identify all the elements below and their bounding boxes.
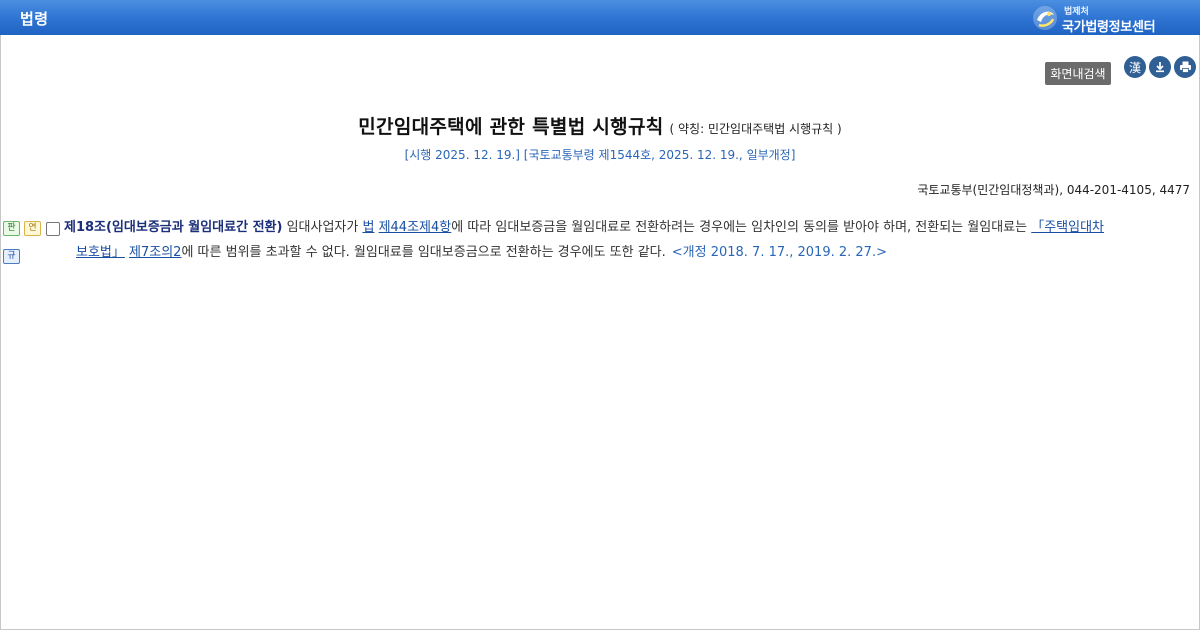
article-checkbox[interactable] — [46, 222, 60, 236]
law-center-logo[interactable]: 법제처 국가법령정보센터 — [1032, 3, 1172, 35]
history-badge[interactable]: 연 — [24, 221, 41, 236]
print-icon — [1179, 61, 1191, 73]
hanja-label: 漢 — [1128, 60, 1141, 75]
regulation-badge[interactable]: 규 — [3, 249, 20, 264]
article-text-1: 임대사업자가 — [282, 220, 363, 235]
housing-lease-act-link-cont[interactable]: 보호법」 — [76, 245, 125, 260]
article-text-2: 에 따라 임대보증금을 월임대료로 전환하려는 경우에는 임차인의 동의를 받아… — [451, 220, 1032, 235]
ministry-contact: 국토교통부(민간임대정책과), 044-201-4105, 4477 — [917, 183, 1190, 197]
download-icon — [1156, 62, 1164, 73]
amendment-note: <개정 2018. 7. 17., 2019. 2. 27.> — [671, 245, 887, 260]
law-title: 민간임대주택에 관한 특별법 시행규칙 — [358, 116, 664, 138]
hanja-button[interactable]: 漢 — [1124, 56, 1146, 78]
article-line-2: 보호법」 제7조의2에 따른 범위를 초과할 수 없다. 월임대료를 임대보증금… — [64, 240, 1194, 265]
download-button[interactable] — [1149, 56, 1171, 78]
header-title: 법령 — [20, 10, 49, 28]
page-frame — [0, 0, 1200, 630]
law-title-block: 민간임대주택에 관한 특별법 시행규칙 ( 약칭: 민간임대주택법 시행규칙 ) — [0, 112, 1200, 139]
article-title: 제18조(임대보증금과 월임대료간 전환) — [64, 220, 283, 235]
enforcement-info: [시행 2025. 12. 19.] [국토교통부령 제1544호, 2025.… — [404, 148, 796, 162]
article-44-paragraph-4-link[interactable]: 제4항 — [419, 220, 451, 235]
law-abbreviation: ( 약칭: 민간임대주택법 시행규칙 ) — [669, 122, 842, 136]
article-text-4: 에 따른 범위를 초과할 수 없다. 월임대료를 임대보증금으로 전환하는 경우… — [181, 245, 666, 260]
article-line-1: 제18조(임대보증금과 월임대료간 전환) 임대사업자가 법 제44조제4항에 … — [64, 215, 1194, 240]
logo-center-label: 국가법령정보센터 — [1062, 20, 1156, 35]
logo-swirl-icon — [1033, 6, 1057, 30]
law-link[interactable]: 법 — [362, 220, 374, 235]
precedent-badge[interactable]: 판 — [3, 221, 20, 236]
housing-lease-act-link[interactable]: 「주택임대차 — [1031, 220, 1104, 235]
article-18: 제18조(임대보증금과 월임대료간 전환) 임대사업자가 법 제44조제4항에 … — [64, 215, 1194, 265]
top-bar: 법령 법제처 국가법령정보센터 — [0, 0, 1200, 35]
print-button[interactable] — [1174, 56, 1196, 78]
in-page-search-button[interactable]: 화면내검색 — [1045, 62, 1111, 85]
article-7-2-link[interactable]: 제7조의2 — [129, 245, 181, 260]
article-44-link[interactable]: 제44조 — [379, 220, 419, 235]
